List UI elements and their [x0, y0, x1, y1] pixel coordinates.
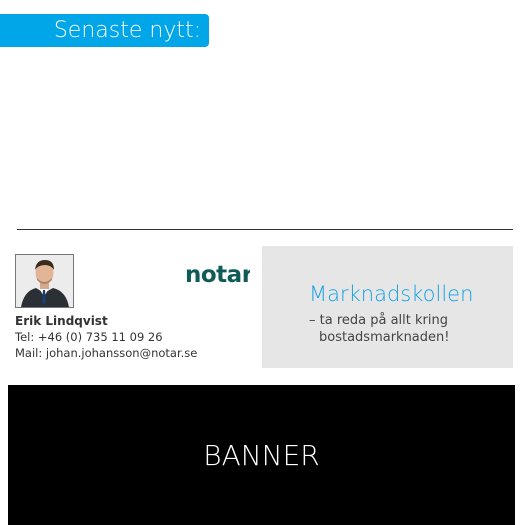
- banner[interactable]: BANNER: [8, 385, 515, 525]
- person-photo-icon: [16, 255, 73, 307]
- contact-email[interactable]: Mail: johan.johansson@notar.se: [15, 346, 197, 360]
- news-header: Senaste nytt:: [0, 14, 209, 47]
- promo-subtitle: – ta reda på allt kring bostadsmarknaden…: [309, 312, 449, 346]
- avatar: [15, 254, 74, 308]
- promo-line-1: – ta reda på allt kring: [309, 313, 448, 328]
- contact-phone: Tel: +46 (0) 735 11 09 26: [15, 330, 163, 344]
- notar-logo: notar: [184, 254, 254, 292]
- notar-logo-icon: notar: [185, 262, 254, 288]
- news-header-label: Senaste nytt:: [53, 18, 201, 43]
- contact-name: Erik Lindqvist: [15, 314, 108, 328]
- divider: [17, 229, 513, 230]
- marknadskollen-promo[interactable]: Marknadskollen – ta reda på allt kring b…: [262, 246, 513, 368]
- promo-line-2: bostadsmarknaden!: [319, 330, 450, 345]
- svg-text:notar: notar: [185, 262, 250, 288]
- banner-label: BANNER: [203, 438, 320, 472]
- promo-title[interactable]: Marknadskollen: [309, 282, 473, 306]
